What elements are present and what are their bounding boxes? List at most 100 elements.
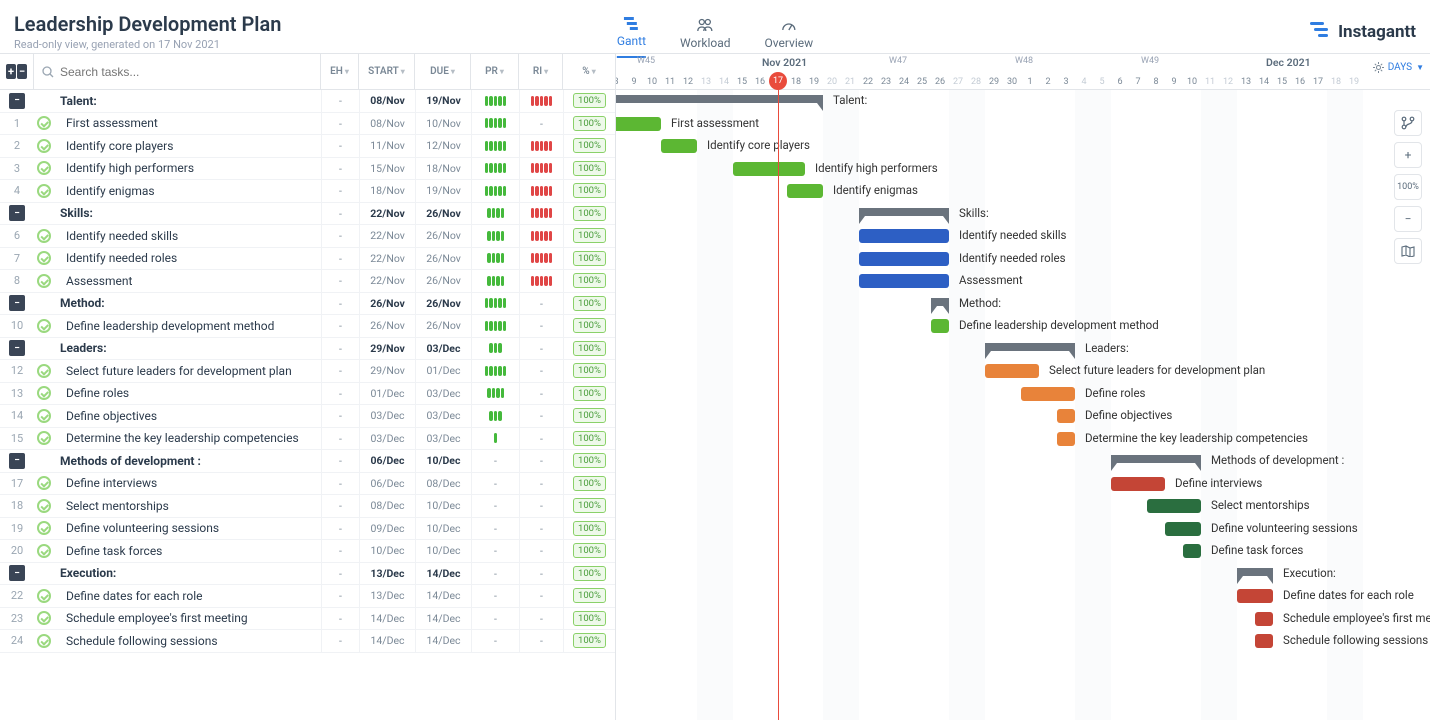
cell-ri: - [519,113,563,135]
task-row[interactable]: 15Determine the key leadership competenc… [0,428,615,451]
bar-label: Select future leaders for development pl… [1049,363,1265,377]
task-bar[interactable] [1255,612,1273,626]
task-row[interactable]: 2Identify core players-11/Nov12/Nov100% [0,135,615,158]
col-due[interactable]: DUE▾ [415,54,471,89]
task-row[interactable]: 19Define volunteering sessions-09/Dec10/… [0,518,615,541]
task-bar[interactable] [1111,477,1165,491]
cell-start: 08/Nov [359,113,415,135]
task-bar[interactable] [1147,499,1201,513]
task-row[interactable]: 4Identify enigmas-18/Nov19/Nov100% [0,180,615,203]
collapse-button[interactable]: − [9,340,25,356]
task-bar[interactable] [1021,387,1075,401]
gantt-row: Schedule following sessions [616,630,1430,653]
cell-eh: - [321,270,359,292]
cell-pct: 100% [563,360,615,382]
cell-pr: - [471,540,519,562]
task-row[interactable]: 23Schedule employee's first meeting-14/D… [0,608,615,631]
task-bar[interactable] [787,184,823,198]
filter-icon: ▾ [500,67,504,76]
col-eh[interactable]: EH▾ [321,54,359,89]
group-bar[interactable] [1237,568,1273,576]
cell-pr: - [471,518,519,540]
brand-logo[interactable]: Instagantt [1310,20,1416,43]
task-bar[interactable] [1165,522,1201,536]
day-label: 9 [625,77,643,87]
task-row[interactable]: 20Define task forces-10/Dec10/Dec--100% [0,540,615,563]
task-bar[interactable] [985,364,1039,378]
cell-pct: 100% [563,518,615,540]
task-bar[interactable] [1255,634,1273,648]
group-bar[interactable] [616,95,823,103]
col-ri[interactable]: RI▾ [519,54,563,89]
day-label: 17 [1309,77,1327,87]
collapse-button[interactable]: − [9,205,25,221]
group-row[interactable]: −Talent:-08/Nov19/Nov100% [0,90,615,113]
task-row[interactable]: 1First assessment-08/Nov10/Nov-100% [0,113,615,136]
task-row[interactable]: 22Define dates for each role-13/Dec14/De… [0,585,615,608]
zoom-in-button[interactable]: + [1394,142,1422,168]
task-row[interactable]: 13Define roles-01/Dec03/Dec-100% [0,383,615,406]
task-bar[interactable] [1237,589,1273,603]
task-row[interactable]: 17Define interviews-06/Dec08/Dec--100% [0,473,615,496]
task-row[interactable]: 3Identify high performers-15/Nov18/Nov10… [0,158,615,181]
pct-badge: 100% [573,228,606,243]
gantt-row: Identify high performers [616,158,1430,181]
task-bar[interactable] [1057,409,1075,423]
task-row[interactable]: 7Identify needed roles-22/Nov26/Nov100% [0,248,615,271]
task-row[interactable]: 10Define leadership development method-2… [0,315,615,338]
expand-collapse-button[interactable]: +− [0,54,34,89]
day-label: 28 [967,77,985,87]
task-row[interactable]: 12Select future leaders for development … [0,360,615,383]
task-row[interactable]: 24Schedule following sessions-14/Dec14/D… [0,630,615,653]
bar-label: Identify needed skills [959,228,1066,242]
tab-workload[interactable]: Workload [680,18,731,58]
task-bar[interactable] [859,229,949,243]
group-row[interactable]: −Skills:-22/Nov26/Nov100% [0,203,615,226]
task-row[interactable]: 18Select mentorships-08/Dec10/Dec--100% [0,495,615,518]
week-label: W47 [889,56,907,66]
cell-due: 10/Dec [415,495,471,517]
collapse-button[interactable]: − [9,453,25,469]
zoom-reset-button[interactable]: 100% [1394,174,1422,200]
row-number: 15 [0,432,34,445]
group-row[interactable]: −Execution:-13/Dec14/Dec--100% [0,563,615,586]
zoom-out-button[interactable]: − [1394,206,1422,232]
task-bar[interactable] [1183,544,1201,558]
col-start[interactable]: START▾ [359,54,415,89]
group-bar[interactable] [985,343,1075,351]
group-bar[interactable] [931,298,949,306]
collapse-button[interactable]: − [9,295,25,311]
task-bar[interactable] [859,252,949,266]
group-row[interactable]: −Method:-26/Nov26/Nov-100% [0,293,615,316]
task-bar[interactable] [616,117,661,131]
task-bar[interactable] [859,274,949,288]
group-row[interactable]: −Methods of development :-06/Dec10/Dec--… [0,450,615,473]
zoom-dropdown[interactable]: DAYS ▼ [1373,62,1424,73]
tab-gantt[interactable]: Gantt [617,16,646,58]
group-bar[interactable] [1111,455,1201,463]
col-pct[interactable]: %▾ [563,54,615,89]
task-bar[interactable] [733,162,805,176]
cell-ri: - [519,293,563,315]
tab-overview[interactable]: Overview [765,18,814,58]
branch-button[interactable] [1394,110,1422,136]
search-input[interactable] [60,65,312,79]
task-bar[interactable] [931,319,949,333]
cell-pr [471,113,519,135]
cell-ri: - [519,315,563,337]
task-bar[interactable] [661,139,697,153]
cell-start: 14/Dec [359,608,415,630]
map-button[interactable] [1394,238,1422,264]
collapse-button[interactable]: − [9,565,25,581]
search-box[interactable] [34,54,321,89]
task-row[interactable]: 6Identify needed skills-22/Nov26/Nov100% [0,225,615,248]
group-row[interactable]: −Leaders:-29/Nov03/Dec-100% [0,338,615,361]
collapse-button[interactable]: − [9,93,25,109]
col-pr[interactable]: PR▾ [471,54,519,89]
task-row[interactable]: 8Assessment-22/Nov26/Nov100% [0,270,615,293]
cell-start: 22/Nov [359,248,415,270]
group-bar[interactable] [859,208,949,216]
task-row[interactable]: 14Define objectives-03/Dec03/Dec-100% [0,405,615,428]
task-bar[interactable] [1057,432,1075,446]
cell-start: 29/Nov [359,338,415,360]
